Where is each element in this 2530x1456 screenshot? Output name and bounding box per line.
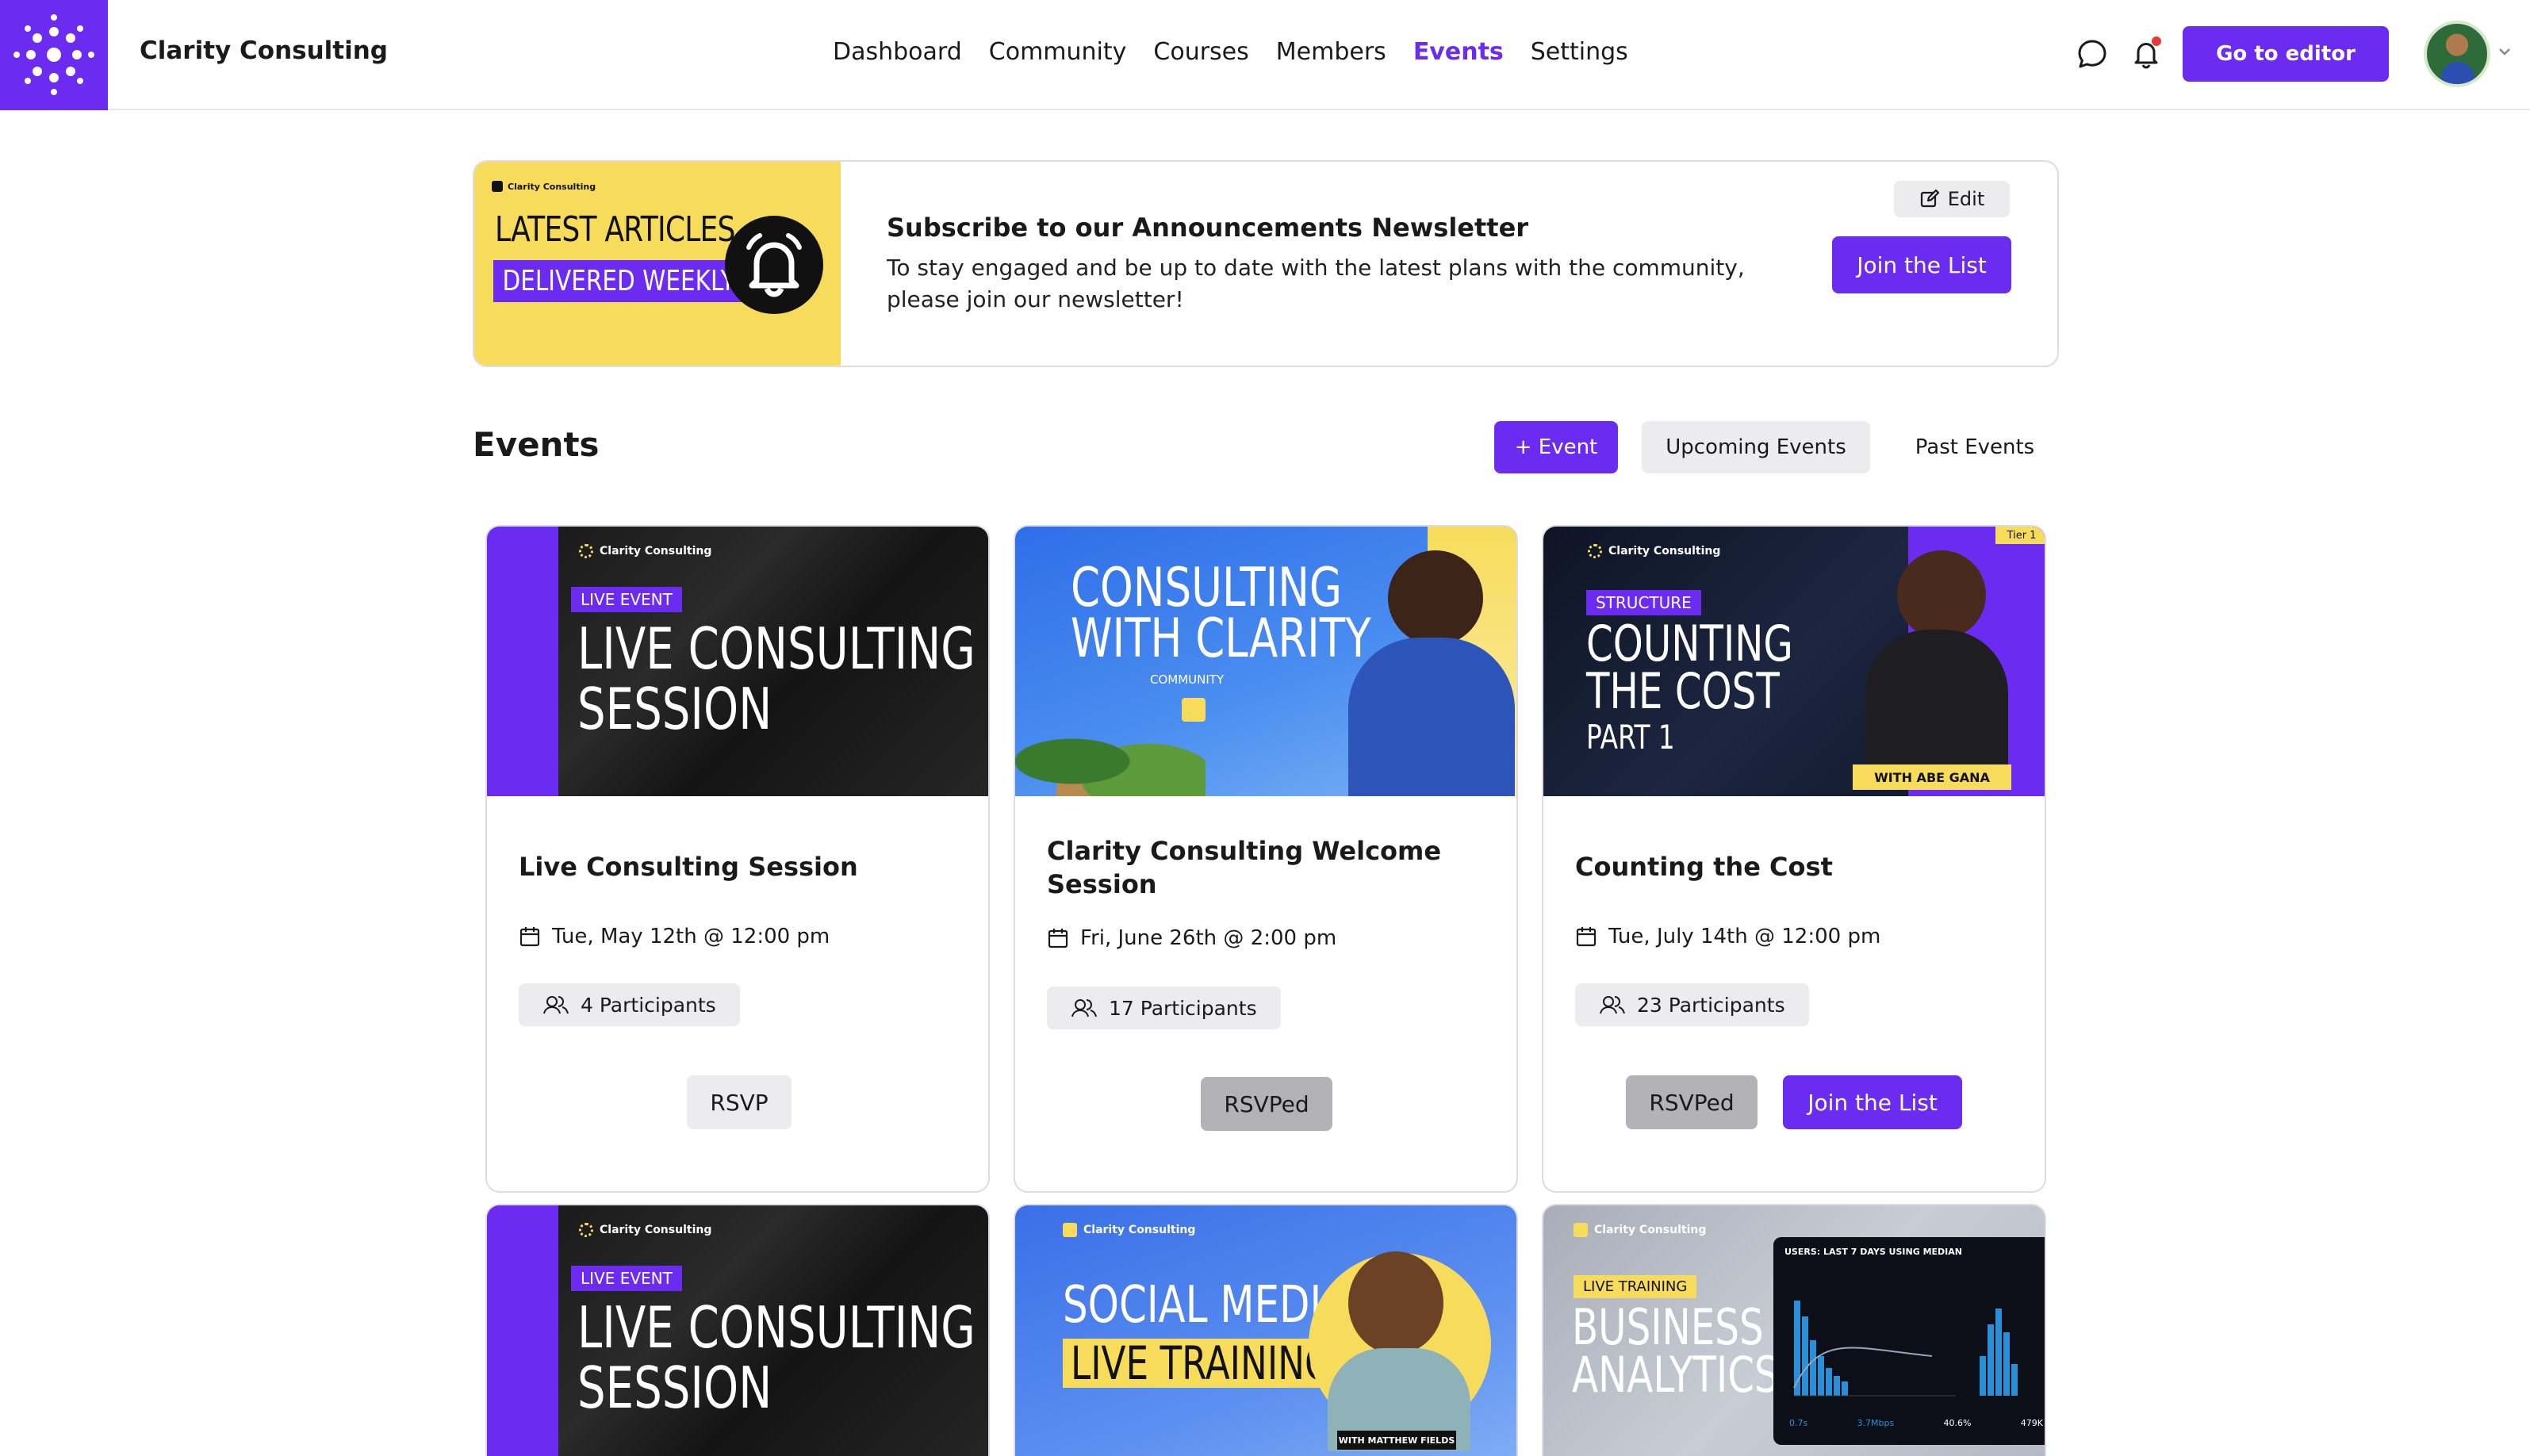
- dots-logo-icon: [13, 14, 94, 95]
- event-card[interactable]: Clarity Consulting LIVE TRAINING BUSINES…: [1542, 1204, 2046, 1456]
- event-date: Fri, June 26th @ 2:00 pm: [1047, 926, 1336, 950]
- past-events-tab[interactable]: Past Events: [1896, 421, 2054, 473]
- event-date: Tue, May 12th @ 12:00 pm: [519, 925, 830, 948]
- nav-members[interactable]: Members: [1276, 38, 1386, 66]
- event-card-image: Tier 1 WITH ABE GANA Clarity Consulting …: [1543, 527, 2045, 796]
- edit-label: Edit: [1947, 188, 1985, 210]
- edit-icon: [1920, 189, 1939, 208]
- nav-events[interactable]: Events: [1413, 38, 1504, 66]
- top-navigation-bar: Clarity Consulting Dashboard Community C…: [0, 0, 2530, 110]
- banner-image-brand: Clarity Consulting: [492, 181, 596, 192]
- notification-dot: [2152, 36, 2161, 46]
- calendar-icon: [1576, 927, 1597, 947]
- rsvp-button[interactable]: RSVP: [687, 1075, 792, 1129]
- participants-badge: 23 Participants: [1575, 983, 1809, 1026]
- event-title: Counting the Cost: [1575, 852, 1833, 882]
- event-card[interactable]: Clarity Consulting LIVE EVENT LIVE CONSU…: [485, 525, 990, 1193]
- chat-icon[interactable]: [2073, 35, 2111, 73]
- newsletter-banner: Clarity Consulting LATEST ARTICLES DELIV…: [473, 160, 2059, 367]
- newsletter-title: Subscribe to our Announcements Newslette…: [887, 213, 1529, 243]
- event-card[interactable]: Clarity Consulting SOCIAL MEDIA LIVE TRA…: [1014, 1204, 1518, 1456]
- nav-dashboard[interactable]: Dashboard: [833, 38, 962, 66]
- calendar-icon: [519, 927, 540, 947]
- main-nav: Dashboard Community Courses Members Even…: [833, 38, 1655, 66]
- nav-settings[interactable]: Settings: [1531, 38, 1628, 66]
- event-date: Tue, July 14th @ 12:00 pm: [1575, 925, 1880, 948]
- join-the-list-button[interactable]: Join the List: [1832, 236, 2011, 293]
- analytics-dashboard-graphic: USERS: LAST 7 DAYS USING MEDIAN 0.7s 3.7…: [1773, 1237, 2045, 1445]
- rsvped-button[interactable]: RSVPed: [1626, 1075, 1758, 1129]
- app-logo[interactable]: [0, 0, 108, 110]
- users-icon: [543, 996, 569, 1014]
- event-card[interactable]: Clarity Consulting LIVE EVENT LIVE CONSU…: [485, 1204, 990, 1456]
- add-event-button[interactable]: + Event: [1494, 421, 1618, 473]
- join-the-list-button[interactable]: Join the List: [1783, 1075, 1962, 1129]
- calendar-icon: [1048, 929, 1068, 948]
- chevron-down-icon[interactable]: [2497, 44, 2513, 59]
- event-card[interactable]: Tier 1 WITH ABE GANA Clarity Consulting …: [1542, 525, 2046, 1193]
- newsletter-banner-image: Clarity Consulting LATEST ARTICLES DELIV…: [474, 162, 841, 366]
- nav-courses[interactable]: Courses: [1153, 38, 1248, 66]
- participants-badge: 17 Participants: [1047, 987, 1281, 1029]
- avatar[interactable]: [2424, 21, 2490, 87]
- events-heading: Events: [473, 425, 600, 464]
- banner-image-subheadline: DELIVERED WEEKLY: [493, 260, 745, 302]
- users-icon: [1071, 999, 1097, 1017]
- users-icon: [1600, 996, 1625, 1014]
- nav-community[interactable]: Community: [989, 38, 1127, 66]
- event-card[interactable]: CONSULTING WITH CLARITY COMMUNITY Clarit…: [1014, 525, 1518, 1193]
- event-title: Live Consulting Session: [519, 852, 858, 882]
- event-title: Clarity Consulting Welcome Session: [1047, 836, 1442, 899]
- event-card-image: Clarity Consulting LIVE TRAINING BUSINES…: [1543, 1205, 2045, 1456]
- event-card-image: CONSULTING WITH CLARITY COMMUNITY: [1015, 527, 1516, 796]
- brand-name: Clarity Consulting: [140, 36, 388, 65]
- participants-badge: 4 Participants: [519, 983, 740, 1026]
- go-to-editor-button[interactable]: Go to editor: [2183, 26, 2389, 82]
- event-card-image: Clarity Consulting LIVE EVENT LIVE CONSU…: [487, 1205, 988, 1456]
- bell-icon[interactable]: [2127, 35, 2165, 73]
- rsvped-button[interactable]: RSVPed: [1201, 1077, 1332, 1131]
- edit-banner-button[interactable]: Edit: [1894, 181, 2010, 217]
- bell-alarm-icon: [725, 216, 823, 314]
- event-card-image: Clarity Consulting LIVE EVENT LIVE CONSU…: [487, 527, 988, 796]
- upcoming-events-tab[interactable]: Upcoming Events: [1642, 421, 1870, 473]
- event-card-image: Clarity Consulting SOCIAL MEDIA LIVE TRA…: [1015, 1205, 1516, 1456]
- newsletter-description: To stay engaged and be up to date with t…: [887, 255, 1745, 312]
- banner-image-headline: LATEST ARTICLES: [495, 209, 735, 250]
